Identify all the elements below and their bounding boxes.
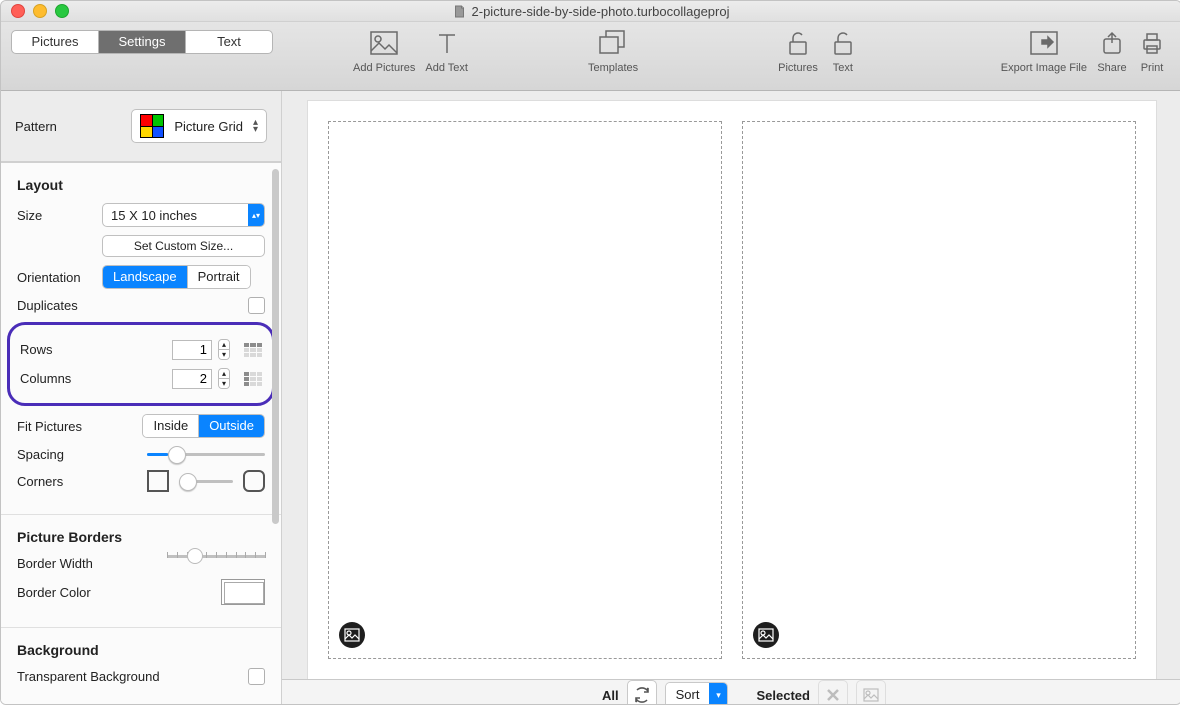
size-select[interactable]: 15 X 10 inches ▴▾ <box>102 203 265 227</box>
rows-grid-icon[interactable] <box>244 343 262 357</box>
spacing-slider[interactable] <box>147 446 265 462</box>
columns-label: Columns <box>20 371 105 386</box>
image-icon <box>369 28 399 58</box>
round-corner-icon <box>243 470 265 492</box>
picture-slot[interactable] <box>328 121 722 659</box>
layout-heading: Layout <box>17 177 265 193</box>
duplicates-checkbox[interactable] <box>248 297 265 314</box>
fit-outside[interactable]: Outside <box>198 415 264 437</box>
chevron-updown-icon: ▴▾ <box>253 119 258 133</box>
tab-text[interactable]: Text <box>185 31 272 53</box>
tab-pictures[interactable]: Pictures <box>12 31 98 53</box>
rows-label: Rows <box>20 342 105 357</box>
custom-size-button[interactable]: Set Custom Size... <box>102 235 265 257</box>
add-pictures-label: Add Pictures <box>353 62 415 74</box>
add-pictures-button[interactable]: Add Pictures <box>353 28 415 74</box>
replace-button[interactable] <box>856 680 886 704</box>
lock-text-label: Text <box>833 62 853 74</box>
print-button[interactable]: Print <box>1137 28 1167 74</box>
export-icon <box>1029 28 1059 58</box>
square-corner-icon <box>147 470 169 492</box>
print-label: Print <box>1141 62 1164 74</box>
pattern-grid-icon <box>140 114 164 138</box>
columns-grid-icon[interactable] <box>244 372 262 386</box>
all-label: All <box>602 688 619 703</box>
orientation-segment: Landscape Portrait <box>102 265 251 289</box>
camera-icon[interactable] <box>753 622 779 648</box>
mode-segmented-control: Pictures Settings Text <box>11 30 273 54</box>
orientation-portrait[interactable]: Portrait <box>187 266 250 288</box>
titlebar: 2-picture-side-by-side-photo.turbocollag… <box>1 1 1180 22</box>
print-icon <box>1137 28 1167 58</box>
unlock-icon <box>783 28 813 58</box>
export-label: Export Image File <box>1001 62 1087 74</box>
transparent-checkbox[interactable] <box>248 668 265 685</box>
shuffle-button[interactable] <box>627 680 657 704</box>
size-label: Size <box>17 208 102 223</box>
pattern-value: Picture Grid <box>174 119 243 134</box>
chevron-down-icon: ▾ <box>709 683 727 704</box>
camera-icon[interactable] <box>339 622 365 648</box>
pattern-select[interactable]: Picture Grid ▴▾ <box>131 109 267 143</box>
zoom-window-button[interactable] <box>55 4 69 18</box>
border-color-label: Border Color <box>17 585 127 600</box>
rows-input[interactable] <box>172 340 212 360</box>
tab-settings[interactable]: Settings <box>98 31 185 53</box>
unlock-icon <box>828 28 858 58</box>
fit-inside[interactable]: Inside <box>143 415 198 437</box>
borders-heading: Picture Borders <box>17 529 265 545</box>
close-window-button[interactable] <box>11 4 25 18</box>
text-icon <box>432 28 462 58</box>
add-text-label: Add Text <box>425 62 468 74</box>
collage-canvas[interactable] <box>308 101 1156 679</box>
orientation-landscape[interactable]: Landscape <box>103 266 187 288</box>
minimize-window-button[interactable] <box>33 4 47 18</box>
templates-icon <box>598 28 628 58</box>
pattern-label: Pattern <box>15 119 57 134</box>
columns-stepper[interactable]: ▴▾ <box>218 368 230 389</box>
share-label: Share <box>1097 62 1126 74</box>
border-width-label: Border Width <box>17 556 127 571</box>
export-button[interactable]: Export Image File <box>1001 28 1087 74</box>
corners-label: Corners <box>17 474 102 489</box>
border-color-well[interactable] <box>221 579 265 605</box>
scrollbar[interactable] <box>272 169 279 524</box>
chevron-updown-icon: ▴▾ <box>248 204 264 226</box>
fit-segment: Inside Outside <box>142 414 265 438</box>
transparent-label: Transparent Background <box>17 669 160 684</box>
background-heading: Background <box>17 642 265 658</box>
templates-label: Templates <box>588 62 638 74</box>
duplicates-label: Duplicates <box>17 298 102 313</box>
add-text-button[interactable]: Add Text <box>425 28 468 74</box>
share-icon <box>1097 28 1127 58</box>
corners-slider[interactable] <box>179 473 233 489</box>
delete-button[interactable] <box>818 680 848 704</box>
bottom-bar: All Sort ▾ Selected <box>282 679 1180 704</box>
sort-label: Sort <box>666 683 710 704</box>
lock-text-button[interactable]: Text <box>828 28 858 74</box>
columns-input[interactable] <box>172 369 212 389</box>
spacing-label: Spacing <box>17 447 102 462</box>
picture-slot[interactable] <box>742 121 1136 659</box>
selected-label: Selected <box>756 688 809 703</box>
rows-columns-highlight: Rows ▴▾ Columns <box>7 322 275 406</box>
share-button[interactable]: Share <box>1097 28 1127 74</box>
toolbar: Pictures Settings Text Add Pictures Add … <box>1 22 1180 91</box>
border-width-slider[interactable] <box>167 555 265 571</box>
size-value: 15 X 10 inches <box>103 208 248 223</box>
lock-pictures-button[interactable]: Pictures <box>778 28 818 74</box>
window-title: 2-picture-side-by-side-photo.turbocollag… <box>453 4 730 19</box>
sort-button[interactable]: Sort ▾ <box>665 682 729 704</box>
rows-stepper[interactable]: ▴▾ <box>218 339 230 360</box>
orientation-label: Orientation <box>17 270 102 285</box>
templates-button[interactable]: Templates <box>588 28 638 74</box>
fit-label: Fit Pictures <box>17 419 117 434</box>
lock-pictures-label: Pictures <box>778 62 818 74</box>
document-icon <box>453 5 466 18</box>
